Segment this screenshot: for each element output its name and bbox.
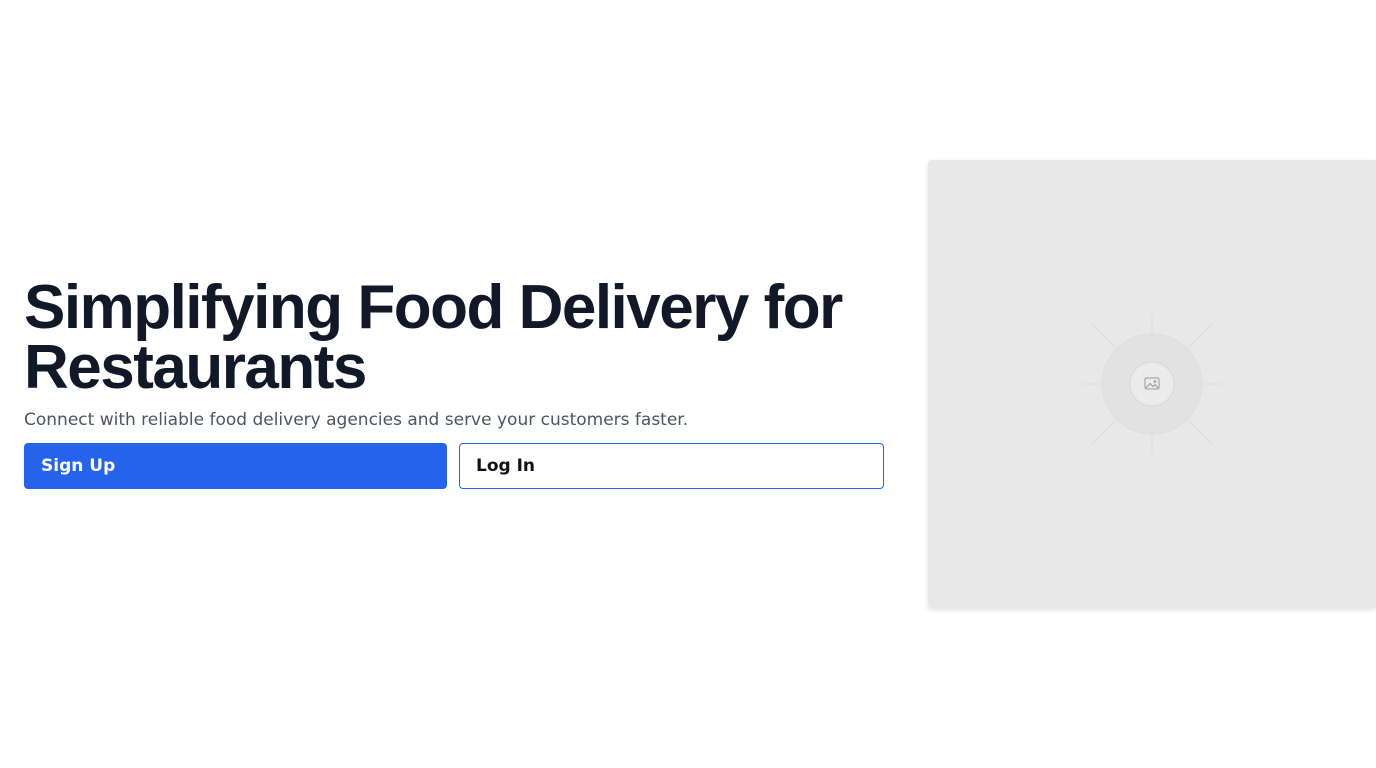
image-placeholder-icon — [1082, 314, 1222, 454]
signup-button[interactable]: Sign Up — [24, 443, 447, 489]
hero-section: Simplifying Food Delivery for Restaurant… — [24, 273, 884, 432]
hero-subtitle: Connect with reliable food delivery agen… — [24, 410, 689, 430]
hero-actions: Sign Up Log In — [24, 443, 884, 489]
page-title: Simplifying Food Delivery for Restaurant… — [24, 273, 843, 402]
login-button[interactable]: Log In — [459, 443, 884, 489]
landing-page: Simplifying Food Delivery for Restaurant… — [0, 0, 1376, 768]
hero-image-placeholder — [928, 160, 1376, 608]
